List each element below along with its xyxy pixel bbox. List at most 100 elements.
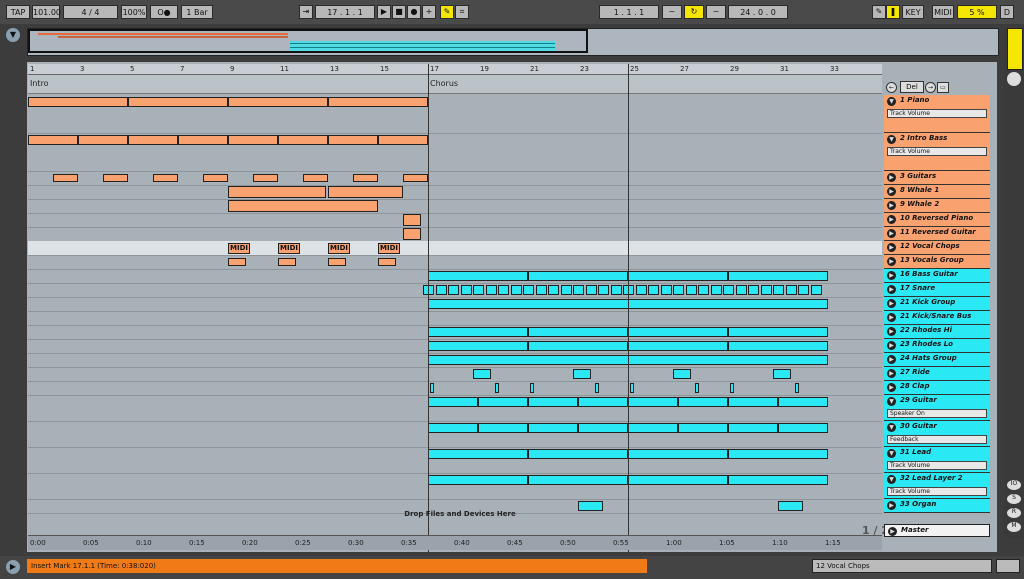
clip[interactable] <box>648 285 659 295</box>
clip[interactable] <box>495 383 499 393</box>
clip[interactable] <box>560 285 572 295</box>
track-header[interactable]: ▶ 21 Kick Group <box>884 297 990 311</box>
meter-icon[interactable]: ❚ <box>886 5 900 19</box>
loop-length-field[interactable]: 24 . 0 . 0 <box>728 5 788 19</box>
track-lane[interactable] <box>28 325 882 340</box>
track-header[interactable]: ▶ 10 Reversed Piano <box>884 213 990 227</box>
track-fold-icon[interactable]: ▶ <box>887 201 896 210</box>
clip[interactable] <box>128 135 178 145</box>
clip[interactable] <box>428 449 528 459</box>
back-icon[interactable]: ← <box>886 82 897 93</box>
clip[interactable] <box>403 228 421 240</box>
clip[interactable] <box>798 285 809 295</box>
punch-in-icon[interactable]: ~ <box>662 5 682 19</box>
detail-view-toggle[interactable] <box>996 559 1020 573</box>
track-lane[interactable] <box>28 395 882 422</box>
clip[interactable] <box>78 135 128 145</box>
arrangement-overview[interactable] <box>27 28 999 56</box>
clip[interactable] <box>628 423 678 433</box>
clip[interactable] <box>778 397 828 407</box>
track-fold-icon[interactable]: ▼ <box>887 135 896 144</box>
time-ruler[interactable]: 0:00 0:05 0:10 0:15 0:20 0:25 0:30 0:35 0:40 0:45… <box>28 535 882 550</box>
track-fold-icon[interactable]: ▶ <box>887 383 896 392</box>
clip[interactable] <box>485 285 497 295</box>
clip[interactable] <box>528 423 578 433</box>
clip[interactable] <box>428 397 478 407</box>
clip[interactable] <box>328 135 378 145</box>
clip[interactable] <box>728 397 778 407</box>
clip[interactable] <box>585 285 597 295</box>
arrangement-view-toggle[interactable] <box>1007 28 1023 70</box>
automation-chooser[interactable]: Track Volume <box>887 109 987 118</box>
clip[interactable] <box>478 397 528 407</box>
track-fold-icon[interactable]: ▶ <box>887 243 896 252</box>
clip[interactable] <box>523 285 534 295</box>
track-header[interactable]: ▶ 21 Kick/Snare Bus <box>884 311 990 325</box>
tap-button[interactable]: TAP <box>6 5 30 19</box>
locator-lane[interactable]: Intro Chorus <box>28 75 882 94</box>
stop-icon[interactable]: ■ <box>392 5 406 19</box>
automation-chooser[interactable]: Track Volume <box>887 147 987 156</box>
clip[interactable] <box>328 97 428 107</box>
info-toggle-icon[interactable]: ▶ <box>6 560 20 574</box>
key-map-button[interactable]: KEY <box>902 5 924 19</box>
folder-icon[interactable]: ▭ <box>937 82 949 93</box>
position-field[interactable]: 17 . 1 . 1 <box>315 5 375 19</box>
track-header[interactable]: ▶ 17 Snare <box>884 283 990 297</box>
overview-view-box[interactable] <box>28 29 588 53</box>
track-lane[interactable] <box>28 283 882 298</box>
track-header[interactable]: ▶ 8 Whale 1 <box>884 185 990 199</box>
clip[interactable] <box>673 369 691 379</box>
clip[interactable] <box>748 285 759 295</box>
beat-time-ruler[interactable]: 1 3 5 7 9 11 13 15 17 19 21 23 25 27 29 31 33 <box>28 64 882 75</box>
track-fold-icon[interactable]: ▶ <box>887 501 896 510</box>
midi-clip-label[interactable]: MIDI <box>378 243 400 254</box>
track-header[interactable]: ▼ 31 Lead Track Volume <box>884 447 990 473</box>
clip[interactable] <box>728 475 828 485</box>
clip[interactable] <box>728 341 828 351</box>
master-expand-icon[interactable]: ▶ <box>888 527 897 536</box>
loop-icon[interactable]: ↻ <box>684 5 704 19</box>
midi-clip-label[interactable]: MIDI <box>228 243 250 254</box>
track-header[interactable]: ▶ 12 Vocal Chops <box>884 241 990 255</box>
track-header[interactable]: ▶ 28 Clap <box>884 381 990 395</box>
track-fold-icon[interactable]: ▶ <box>887 313 896 322</box>
browser-toggle-icon[interactable]: ▼ <box>6 28 20 42</box>
clip[interactable] <box>103 174 128 182</box>
clip[interactable] <box>628 341 728 351</box>
follow-icon[interactable]: ⇥ <box>299 5 313 19</box>
track-lane[interactable] <box>28 447 882 474</box>
clip[interactable] <box>795 383 799 393</box>
track-lane[interactable] <box>28 227 882 242</box>
track-lane[interactable] <box>28 311 882 326</box>
clip[interactable] <box>528 341 628 351</box>
track-header[interactable]: ▼ 32 Lead Layer 2 Track Volume <box>884 473 990 499</box>
track-lanes[interactable]: MIDI MIDI MIDI MIDI <box>28 95 882 523</box>
track-lane[interactable] <box>28 339 882 354</box>
track-lane[interactable] <box>28 473 882 500</box>
clip[interactable] <box>598 285 609 295</box>
clip[interactable] <box>498 285 509 295</box>
track-lane[interactable] <box>28 421 882 448</box>
track-fold-icon[interactable]: ▼ <box>887 397 896 406</box>
clip[interactable] <box>228 258 246 266</box>
clip[interactable] <box>353 174 378 182</box>
clip[interactable] <box>773 285 784 295</box>
track-header[interactable]: ▶ 27 Ride <box>884 367 990 381</box>
track-lane[interactable] <box>28 199 882 214</box>
track-lane[interactable]: MIDI MIDI MIDI MIDI <box>28 241 882 256</box>
returns-icon[interactable]: R <box>1007 508 1021 518</box>
track-fold-icon[interactable]: ▶ <box>887 215 896 224</box>
track-header[interactable]: ▼ 30 Guitar Feedback <box>884 421 990 447</box>
tempo-field[interactable]: 101.00 <box>32 5 61 19</box>
clip[interactable] <box>628 475 728 485</box>
punch-out-icon[interactable]: ~ <box>706 5 726 19</box>
clip[interactable] <box>610 285 622 295</box>
track-lane[interactable] <box>28 269 882 284</box>
clip[interactable] <box>695 383 699 393</box>
key-icon[interactable]: ⌗ <box>455 5 469 19</box>
automation-chooser[interactable]: Feedback <box>887 435 987 444</box>
clip[interactable] <box>723 285 734 295</box>
track-header[interactable]: ▶ 9 Whale 2 <box>884 199 990 213</box>
metronome-button[interactable]: O● <box>150 5 178 19</box>
